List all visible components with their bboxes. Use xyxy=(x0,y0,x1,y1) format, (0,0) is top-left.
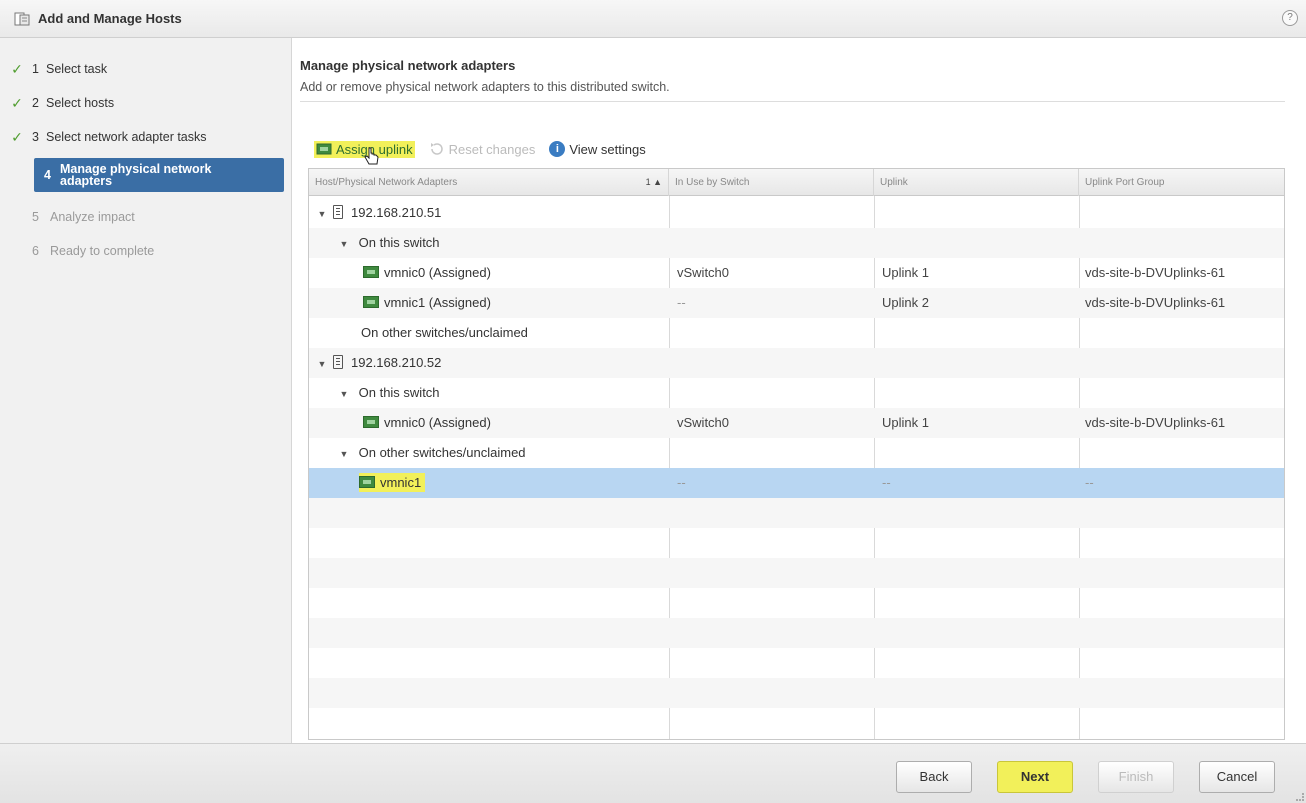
assign-uplink-icon xyxy=(316,143,332,155)
info-icon: i xyxy=(549,141,566,157)
adapter-label: vmnic1 xyxy=(380,475,422,490)
uplink-port-group: vds-site-b-DVUplinks-61 xyxy=(1085,415,1226,430)
reset-changes-button[interactable]: Reset changes xyxy=(429,141,536,157)
group-label: On other switches/unclaimed xyxy=(361,325,528,340)
page-description: Add or remove physical network adapters … xyxy=(300,80,670,94)
cancel-button[interactable]: Cancel xyxy=(1199,761,1275,793)
step-ready-to-complete: 6 Ready to complete xyxy=(0,238,292,264)
adapter-label: vmnic0 (Assigned) xyxy=(384,265,491,280)
in-use-switch: -- xyxy=(677,475,686,490)
uplink-value: Uplink 2 xyxy=(882,295,929,310)
step-label: Select task xyxy=(46,62,108,76)
in-use-switch: vSwitch0 xyxy=(677,265,730,280)
group-label: On this switch xyxy=(358,235,440,250)
page-title: Manage physical network adapters xyxy=(300,58,516,73)
divider xyxy=(300,101,1285,102)
collapse-arrow-icon[interactable]: ▼ xyxy=(317,349,327,379)
check-icon: ✓ xyxy=(11,128,23,145)
column-header-in-use[interactable]: In Use by Switch xyxy=(669,169,874,196)
step-select-network-adapter-tasks[interactable]: ✓ 3 Select network adapter tasks xyxy=(0,124,292,150)
resize-grip-icon[interactable] xyxy=(1296,793,1304,801)
uplink-value: Uplink 1 xyxy=(882,415,929,430)
empty-row xyxy=(309,678,1284,708)
uplink-value: Uplink 1 xyxy=(882,265,929,280)
adapters-table: Host/Physical Network Adapters 1 ▲ In Us… xyxy=(308,168,1285,740)
step-label: Ready to complete xyxy=(50,244,155,258)
uplink-value: -- xyxy=(882,475,891,490)
table-row-group[interactable]: ▼ On this switch xyxy=(309,378,1284,409)
adapter-label: vmnic0 (Assigned) xyxy=(384,415,491,430)
view-settings-button[interactable]: i View settings xyxy=(549,141,646,157)
step-number: 6 xyxy=(32,244,39,258)
in-use-switch: -- xyxy=(677,295,686,310)
host-icon xyxy=(333,355,343,369)
adapter-label: vmnic1 (Assigned) xyxy=(384,295,491,310)
wizard-steps-sidebar: ✓ 1 Select task ✓ 2 Select hosts ✓ 3 Sel… xyxy=(0,38,292,743)
finish-button[interactable]: Finish xyxy=(1098,761,1174,793)
reset-icon xyxy=(430,143,443,155)
step-label: Analyze impact xyxy=(50,210,135,224)
sort-ascending-icon: 1 ▲ xyxy=(645,177,662,187)
view-settings-label: View settings xyxy=(569,141,646,157)
network-adapter-icon xyxy=(363,416,379,428)
step-manage-physical-network-adapters[interactable]: 4 Manage physical network adapters xyxy=(34,158,284,192)
table-row-adapter-selected[interactable]: vmnic1 -- -- -- xyxy=(309,468,1284,498)
column-header-uplink[interactable]: Uplink xyxy=(874,169,1079,196)
host-icon xyxy=(333,205,343,219)
main-panel: Manage physical network adapters Add or … xyxy=(300,38,1300,743)
network-adapter-icon xyxy=(363,266,379,278)
network-adapter-icon xyxy=(363,296,379,308)
step-number: 3 xyxy=(32,130,39,144)
table-row-group[interactable]: ▼ On this switch xyxy=(309,228,1284,259)
table-row-adapter[interactable]: vmnic1 (Assigned) -- Uplink 2 vds-site-b… xyxy=(309,288,1284,318)
empty-row xyxy=(309,618,1284,648)
next-button[interactable]: Next xyxy=(997,761,1073,793)
table-row-adapter[interactable]: vmnic0 (Assigned) vSwitch0 Uplink 1 vds-… xyxy=(309,408,1284,438)
step-number: 4 xyxy=(44,168,51,182)
wizard-app-icon xyxy=(14,12,30,25)
column-header-uplink-port-group[interactable]: Uplink Port Group xyxy=(1079,169,1284,196)
empty-row xyxy=(309,498,1284,528)
step-analyze-impact: 5 Analyze impact xyxy=(0,204,292,230)
collapse-arrow-icon[interactable]: ▼ xyxy=(339,229,349,259)
column-header-adapters[interactable]: Host/Physical Network Adapters 1 ▲ xyxy=(309,169,669,196)
in-use-switch: vSwitch0 xyxy=(677,415,730,430)
uplink-port-group: vds-site-b-DVUplinks-61 xyxy=(1085,265,1226,280)
table-header: Host/Physical Network Adapters 1 ▲ In Us… xyxy=(309,169,1284,196)
wizard-footer: Back Next Finish Cancel xyxy=(0,743,1306,803)
step-label: Select network adapter tasks xyxy=(46,130,207,144)
table-row-adapter[interactable]: vmnic0 (Assigned) vSwitch0 Uplink 1 vds-… xyxy=(309,258,1284,288)
check-icon: ✓ xyxy=(11,60,23,77)
host-label: 192.168.210.52 xyxy=(351,355,442,370)
table-row-host[interactable]: ▼ 192.168.210.51 xyxy=(309,198,1284,229)
step-label: Manage physical network adapters xyxy=(60,162,212,188)
table-row-group[interactable]: ▼ On other switches/unclaimed xyxy=(309,438,1284,469)
network-adapter-icon xyxy=(359,476,375,488)
collapse-arrow-icon[interactable]: ▼ xyxy=(317,199,327,229)
group-label: On this switch xyxy=(358,385,440,400)
step-number: 5 xyxy=(32,210,39,224)
back-button[interactable]: Back xyxy=(896,761,972,793)
hand-pointer-icon xyxy=(364,147,379,165)
step-label: Select hosts xyxy=(46,96,115,110)
step-select-task[interactable]: ✓ 1 Select task xyxy=(0,56,292,82)
collapse-arrow-icon[interactable]: ▼ xyxy=(339,439,349,469)
uplink-port-group: vds-site-b-DVUplinks-61 xyxy=(1085,295,1226,310)
window-titlebar: Add and Manage Hosts ? xyxy=(0,0,1306,38)
step-select-hosts[interactable]: ✓ 2 Select hosts xyxy=(0,90,292,116)
table-row-host[interactable]: ▼ 192.168.210.52 xyxy=(309,348,1284,379)
table-row-group[interactable]: On other switches/unclaimed xyxy=(309,318,1284,348)
step-number: 1 xyxy=(32,62,39,76)
host-label: 192.168.210.51 xyxy=(351,205,442,220)
uplink-port-group: -- xyxy=(1085,475,1094,490)
window-title: Add and Manage Hosts xyxy=(38,11,182,26)
check-icon: ✓ xyxy=(11,94,23,111)
group-label: On other switches/unclaimed xyxy=(358,445,526,460)
collapse-arrow-icon[interactable]: ▼ xyxy=(339,379,349,409)
empty-row xyxy=(309,558,1284,588)
reset-changes-label: Reset changes xyxy=(448,141,536,157)
step-number: 2 xyxy=(32,96,39,110)
highlighted-adapter: vmnic1 xyxy=(359,473,426,492)
help-icon[interactable]: ? xyxy=(1282,10,1298,26)
